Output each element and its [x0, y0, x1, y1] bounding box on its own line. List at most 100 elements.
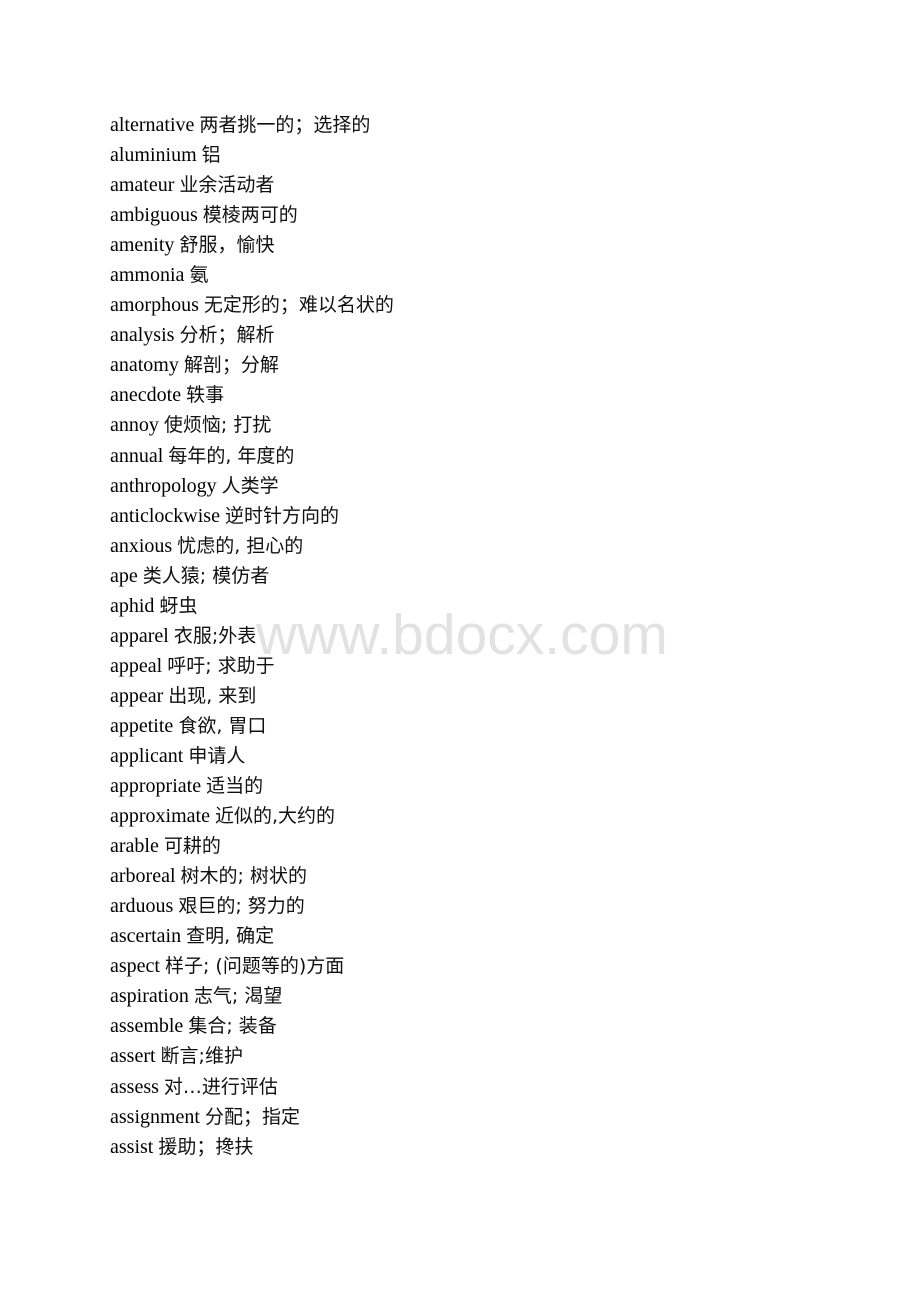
entry-word: approximate — [110, 805, 210, 828]
entry-word: amateur — [110, 174, 175, 197]
entry-definition: 对…进行评估 — [163, 1075, 278, 1098]
entry-definition: 志气; 渴望 — [193, 985, 283, 1008]
vocab-entry: apparel 衣服;外表 — [110, 621, 394, 651]
entry-word: appeal — [110, 654, 163, 677]
entry-definition: 轶事 — [186, 384, 225, 407]
entry-definition: 食欲, 胃口 — [178, 714, 267, 737]
vocab-entry: arboreal 树木的; 树状的 — [110, 861, 394, 891]
entry-definition: 援助；搀扶 — [158, 1135, 254, 1158]
entry-word: anxious — [110, 534, 173, 557]
entry-definition: 分析；解析 — [179, 324, 275, 347]
entry-word: analysis — [110, 324, 175, 347]
entry-definition: 每年的, 年度的 — [168, 444, 295, 467]
entry-word: anthropology — [110, 474, 217, 497]
entry-definition: 铝 — [201, 144, 221, 167]
entry-word: appetite — [110, 714, 174, 737]
vocab-entry: amateur 业余活动者 — [110, 170, 394, 200]
vocab-entry: anticlockwise 逆时针方向的 — [110, 501, 394, 531]
vocab-entry: appropriate 适当的 — [110, 771, 394, 801]
vocab-entry: anthropology 人类学 — [110, 471, 394, 501]
entry-definition: 查明, 确定 — [186, 925, 275, 948]
entry-definition: 逆时针方向的 — [224, 504, 339, 527]
vocab-entry: assist 援助；搀扶 — [110, 1132, 394, 1162]
vocab-entry: alternative 两者挑一的；选择的 — [110, 110, 394, 140]
entry-definition: 可耕的 — [163, 835, 221, 858]
entry-word: ambiguous — [110, 204, 198, 227]
entry-definition: 申请人 — [188, 744, 246, 767]
entry-definition: 模棱两可的 — [202, 204, 298, 227]
vocab-entry: appear 出现, 来到 — [110, 681, 394, 711]
vocab-entry: assert 断言;维护 — [110, 1041, 394, 1071]
entry-word: aspiration — [110, 985, 189, 1008]
vocab-entry: annual 每年的, 年度的 — [110, 441, 394, 471]
entry-word: arable — [110, 835, 159, 858]
entry-definition: 忧虑的, 担心的 — [177, 534, 304, 557]
vocab-entry: analysis 分析；解析 — [110, 320, 394, 350]
entry-definition: 使烦恼; 打扰 — [163, 414, 272, 437]
entry-definition: 出现, 来到 — [168, 684, 257, 707]
entry-definition: 集合; 装备 — [188, 1015, 277, 1038]
vocab-entry: approximate 近似的,大约的 — [110, 801, 394, 831]
entry-word: assess — [110, 1075, 159, 1098]
vocab-entry: amenity 舒服，愉快 — [110, 230, 394, 260]
entry-definition: 分配；指定 — [205, 1105, 301, 1128]
entry-definition: 适当的 — [206, 775, 264, 798]
entry-word: annoy — [110, 414, 159, 437]
vocab-entry: ammonia 氨 — [110, 260, 394, 290]
entry-definition: 衣服;外表 — [173, 624, 257, 647]
entry-word: assignment — [110, 1105, 200, 1128]
entry-definition: 蚜虫 — [159, 594, 198, 617]
vocab-entry: annoy 使烦恼; 打扰 — [110, 410, 394, 440]
entry-word: aspect — [110, 955, 160, 978]
entry-definition: 人类学 — [221, 474, 279, 497]
entry-word: alternative — [110, 114, 195, 136]
entry-word: arduous — [110, 895, 174, 918]
entry-word: ape — [110, 564, 138, 587]
entry-definition: 两者挑一的；选择的 — [199, 114, 371, 136]
vocab-entry: applicant 申请人 — [110, 741, 394, 771]
entry-definition: 断言;维护 — [160, 1045, 243, 1068]
entry-word: anecdote — [110, 384, 182, 407]
entry-word: appropriate — [110, 775, 202, 798]
vocab-entry: aspect 样子; (问题等的)方面 — [110, 951, 394, 981]
vocab-entry: anecdote 轶事 — [110, 380, 394, 410]
entry-word: arboreal — [110, 865, 176, 888]
entry-word: aphid — [110, 594, 155, 617]
document-page: www.bdocx.com alternative 两者挑一的；选择的 alumi… — [0, 0, 920, 1302]
entry-definition: 业余活动者 — [179, 174, 275, 197]
vocab-entry: anatomy 解剖；分解 — [110, 350, 394, 380]
entry-definition: 呼吁; 求助于 — [167, 654, 275, 677]
entry-word: assist — [110, 1135, 154, 1158]
entry-word: amorphous — [110, 294, 199, 317]
vocab-entry: aspiration 志气; 渴望 — [110, 981, 394, 1011]
entry-word: apparel — [110, 624, 169, 647]
entry-definition: 解剖；分解 — [183, 354, 279, 377]
entry-definition: 近似的,大约的 — [214, 805, 336, 828]
vocab-entry: amorphous 无定形的；难以名状的 — [110, 290, 394, 320]
entry-word: ammonia — [110, 264, 185, 287]
entry-word: applicant — [110, 744, 184, 767]
entry-word: anticlockwise — [110, 504, 220, 527]
entry-word: assemble — [110, 1015, 184, 1038]
vocab-entry: ambiguous 模棱两可的 — [110, 200, 394, 230]
vocab-entry: ascertain 查明, 确定 — [110, 921, 394, 951]
vocab-entry: arduous 艰巨的; 努力的 — [110, 891, 394, 921]
entry-definition: 无定形的；难以名状的 — [203, 294, 394, 317]
vocab-entry: appeal 呼吁; 求助于 — [110, 651, 394, 681]
entry-word: annual — [110, 444, 164, 467]
entry-definition: 样子; (问题等的)方面 — [164, 955, 345, 978]
vocab-entry: assess 对…进行评估 — [110, 1072, 394, 1102]
entry-definition: 氨 — [189, 264, 209, 287]
vocabulary-list: alternative 两者挑一的；选择的 aluminium 铝 amateur … — [110, 110, 394, 1162]
entry-word: ascertain — [110, 925, 182, 948]
entry-word: anatomy — [110, 354, 179, 377]
vocab-entry: assemble 集合; 装备 — [110, 1011, 394, 1041]
vocab-entry: appetite 食欲, 胃口 — [110, 711, 394, 741]
vocab-entry: aluminium 铝 — [110, 140, 394, 170]
entry-definition: 类人猿; 模仿者 — [142, 564, 270, 587]
vocab-entry: arable 可耕的 — [110, 831, 394, 861]
entry-definition: 树木的; 树状的 — [180, 865, 307, 888]
entry-definition: 艰巨的; 努力的 — [178, 895, 305, 918]
entry-word: amenity — [110, 234, 175, 257]
vocab-entry: aphid 蚜虫 — [110, 591, 394, 621]
